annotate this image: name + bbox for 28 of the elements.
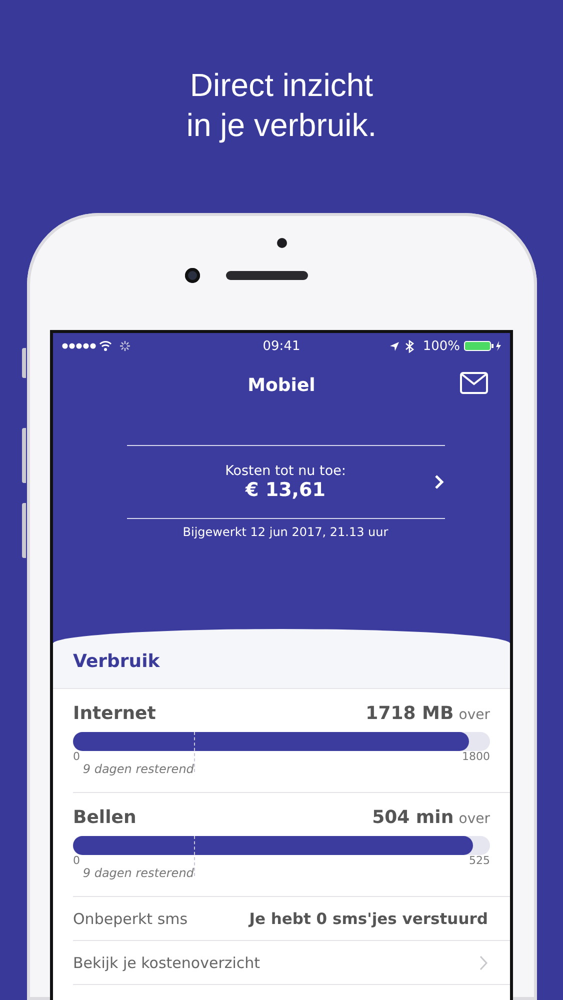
scale-min: 0 bbox=[73, 855, 80, 867]
costs-overview-link[interactable]: Bekijk je kostenoverzicht bbox=[73, 941, 510, 985]
costs-button[interactable]: Kosten tot nu toe: € 13,61 bbox=[126, 445, 444, 519]
usage-name: Internet bbox=[73, 703, 156, 724]
days-remaining: 9 dagen resterend bbox=[82, 763, 194, 776]
chevron-right-icon bbox=[479, 954, 488, 970]
scale-min: 0 bbox=[73, 751, 80, 763]
usage-remaining: 504 min over bbox=[372, 807, 490, 828]
battery-percentage: 100% bbox=[422, 338, 460, 354]
screen-title: Mobiel bbox=[248, 374, 316, 396]
mail-icon[interactable] bbox=[460, 372, 488, 394]
scale-max: 1800 bbox=[462, 751, 490, 763]
usage-remaining: 1718 MB over bbox=[366, 703, 490, 724]
signal-wifi-icon bbox=[62, 340, 130, 352]
camera-icon bbox=[185, 268, 200, 283]
row-value: Je hebt 0 sms'jes verstuurd bbox=[249, 910, 488, 928]
headline: Direct inzicht in je verbruik. bbox=[186, 66, 377, 145]
section-title: Verbruik bbox=[73, 651, 160, 672]
chevron-right-icon bbox=[434, 474, 444, 490]
usage-name: Bellen bbox=[73, 807, 136, 828]
status-time: 09:41 bbox=[262, 338, 300, 354]
row-label: Onbeperkt sms bbox=[73, 910, 188, 928]
sensor-icon bbox=[276, 238, 286, 248]
days-remaining: 9 dagen resterend bbox=[82, 867, 194, 880]
battery-charging-icon bbox=[464, 340, 502, 352]
updated-text: Bijgewerkt 12 jun 2017, 21.13 uur bbox=[182, 525, 388, 539]
speaker-icon bbox=[226, 271, 308, 280]
scale-max: 525 bbox=[469, 855, 490, 867]
